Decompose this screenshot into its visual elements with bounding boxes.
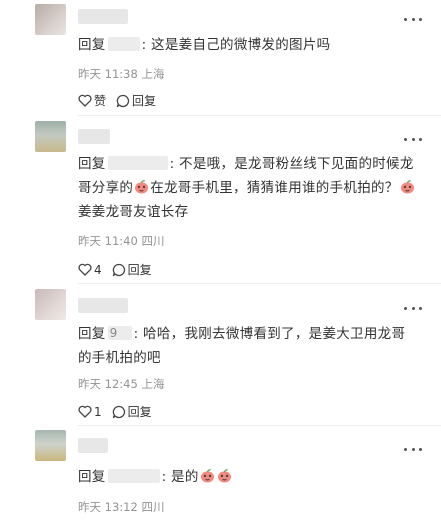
reply-prefix: 回复 [78,469,106,485]
comment-text: 回复 : 是的 [78,465,418,489]
avatar[interactable] [35,430,66,461]
comment-actions: 赞 回复 [78,92,156,109]
comment-bubble-icon [112,405,125,418]
heart-icon [78,94,92,107]
comment-bubble-icon [116,94,130,107]
more-dots-icon[interactable] [404,443,422,455]
comment-body: : 这是姜自己的微博发的图片吗 [141,37,331,53]
avatar[interactable] [35,4,66,35]
comment-meta: 昨天 11:38 上海 [78,66,164,82]
more-dots-icon[interactable] [404,13,422,25]
comment-body: : 是的 [161,469,199,485]
comment-location: 上海 [141,377,165,391]
peach-emoji [400,180,414,194]
comment-time: 昨天 11:38 [78,67,138,81]
reply-prefix: 回复 [78,156,106,172]
mention-redacted[interactable] [107,37,140,51]
comment-time: 昨天 12:45 [78,377,138,391]
reply-label: 回复 [127,263,152,277]
comment-text: 回复 9: 哈哈，我刚去微博看到了，是姜大卫用龙哥的手机拍的吧 [78,322,418,370]
comment-text: 回复: 不是哦，是龙哥粉丝线下见面的时候龙哥分享的 在龙哥手机里，猜猜谁用谁的手机… [78,152,418,224]
like-count: 4 [94,262,102,277]
comment-text: 回复 : 这是姜自己的微博发的图片吗 [78,33,418,57]
reply-button[interactable]: 回复 [116,92,156,109]
more-dots-icon[interactable] [404,302,422,314]
like-button[interactable]: 赞 [78,92,106,109]
comment-location: 四川 [141,500,165,514]
peach-emoji [135,180,149,194]
more-dots-icon[interactable] [404,133,422,145]
reply-label: 回复 [132,94,157,108]
avatar[interactable] [35,289,66,320]
avatar[interactable] [35,121,66,152]
divider [78,283,441,284]
comment-actions: 1 回复 [78,403,152,420]
divider [78,115,441,116]
reply-label: 回复 [127,405,152,419]
comment-body-part3: 姜姜龙哥友谊长存 [78,204,189,220]
reply-prefix: 回复 [78,37,106,53]
mention-visible-char: 9 [109,326,118,340]
like-button[interactable]: 1 [78,405,102,419]
like-count: 1 [94,404,102,419]
comment-time: 昨天 13:12 [78,500,138,514]
peach-emoji [217,469,231,483]
comment-meta: 昨天 13:12 四川 [78,499,164,515]
comment-location: 上海 [141,67,165,81]
reply-button[interactable]: 回复 [112,403,152,420]
like-label: 赞 [94,94,107,108]
mention-redacted[interactable]: 9 [107,326,132,340]
comment-location: 四川 [141,234,165,248]
like-button[interactable]: 4 [78,263,102,277]
divider [78,425,441,426]
mention-redacted[interactable] [107,156,168,170]
reply-button[interactable]: 回复 [112,261,152,278]
comment-meta: 昨天 11:40 四川 [78,233,164,249]
comment-actions: 4 回复 [78,261,152,278]
mention-redacted[interactable] [107,469,160,483]
comment-bubble-icon [112,263,125,276]
username-redacted[interactable] [78,129,110,144]
username-redacted[interactable] [78,438,108,453]
peach-emoji [200,469,214,483]
comment-body-part2: 在龙哥手机里，猜猜谁用谁的手机拍的？ [150,180,399,196]
reply-prefix: 回复 [78,326,106,342]
comment-time: 昨天 11:40 [78,234,138,248]
heart-icon [78,263,92,276]
username-redacted[interactable] [78,298,128,313]
username-redacted[interactable] [78,9,128,24]
heart-icon [78,405,92,418]
comment-meta: 昨天 12:45 上海 [78,376,164,392]
